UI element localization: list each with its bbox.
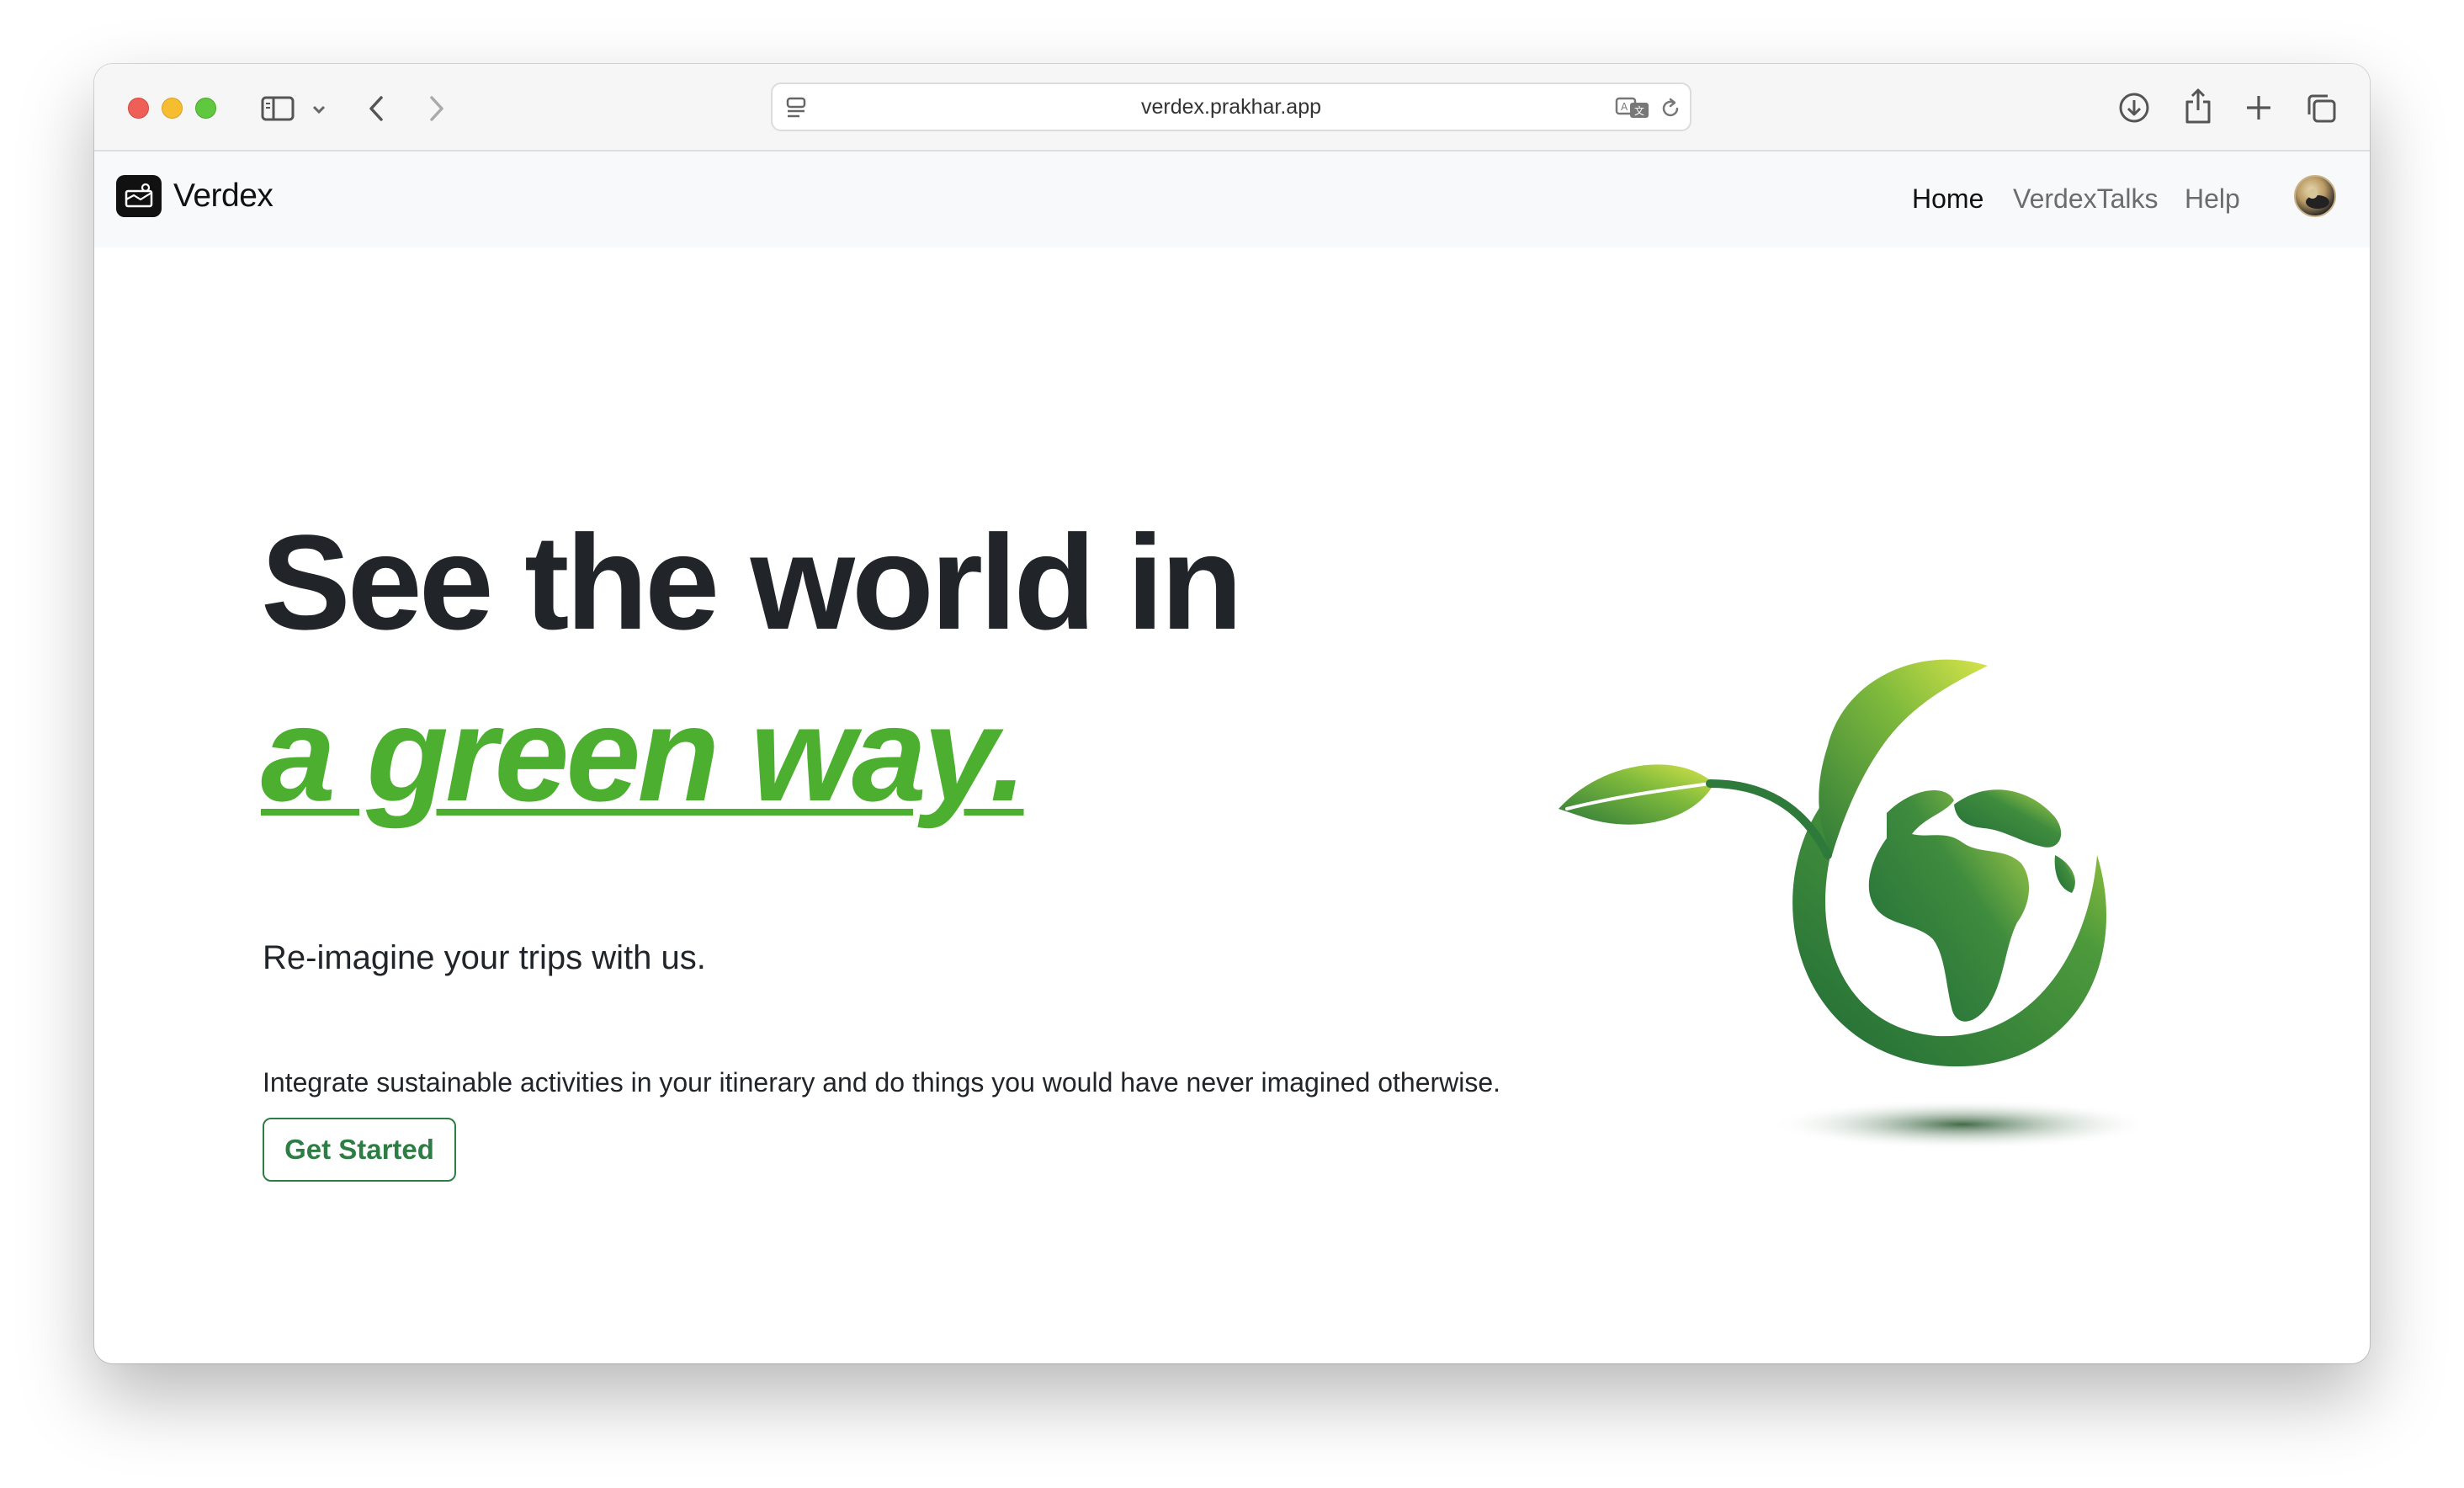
url-text[interactable]: verdex.prakhar.app xyxy=(773,84,1690,130)
tabs-overview-icon[interactable] xyxy=(2304,91,2339,126)
chevron-down-icon[interactable] xyxy=(310,101,328,118)
hero-accent-title: a green way. xyxy=(261,678,1028,829)
site-navbar: Verdex Home VerdexTalks Help xyxy=(94,151,2370,247)
nav-verdextalks[interactable]: VerdexTalks xyxy=(2013,183,2159,215)
browser-toolbar: verdex.prakhar.app A文 xyxy=(94,64,2370,151)
svg-text:文: 文 xyxy=(1634,104,1644,117)
nav-help[interactable]: Help xyxy=(2185,183,2240,215)
minimize-window-button[interactable] xyxy=(162,98,183,119)
share-icon[interactable] xyxy=(2180,86,2217,126)
sidebar-icon[interactable] xyxy=(259,94,296,123)
download-icon[interactable] xyxy=(2116,89,2153,126)
brand-logo-icon xyxy=(116,175,162,217)
reload-icon[interactable] xyxy=(1658,96,1683,121)
browser-window: verdex.prakhar.app A文 Verdex Home Verdex… xyxy=(94,64,2370,1363)
hero-subtitle: Re-imagine your trips with us. xyxy=(263,939,706,976)
brand[interactable]: Verdex xyxy=(116,175,273,217)
zoom-window-button[interactable] xyxy=(195,98,216,119)
forward-icon[interactable] xyxy=(424,93,449,125)
hero-title: See the world in xyxy=(261,507,1243,657)
hero-description: Integrate sustainable activities in your… xyxy=(263,1067,1501,1097)
globe-leaf-icon xyxy=(1550,603,2156,1158)
address-bar[interactable]: verdex.prakhar.app A文 xyxy=(771,82,1691,131)
close-window-button[interactable] xyxy=(128,98,149,119)
get-started-button[interactable]: Get Started xyxy=(263,1118,456,1182)
brand-name: Verdex xyxy=(173,178,273,214)
translate-icon[interactable]: A文 xyxy=(1614,94,1651,121)
new-tab-icon[interactable] xyxy=(2242,91,2275,125)
svg-text:A: A xyxy=(1621,101,1628,113)
nav-home[interactable]: Home xyxy=(1912,183,1983,215)
back-icon[interactable] xyxy=(364,93,389,125)
avatar[interactable] xyxy=(2294,175,2336,217)
